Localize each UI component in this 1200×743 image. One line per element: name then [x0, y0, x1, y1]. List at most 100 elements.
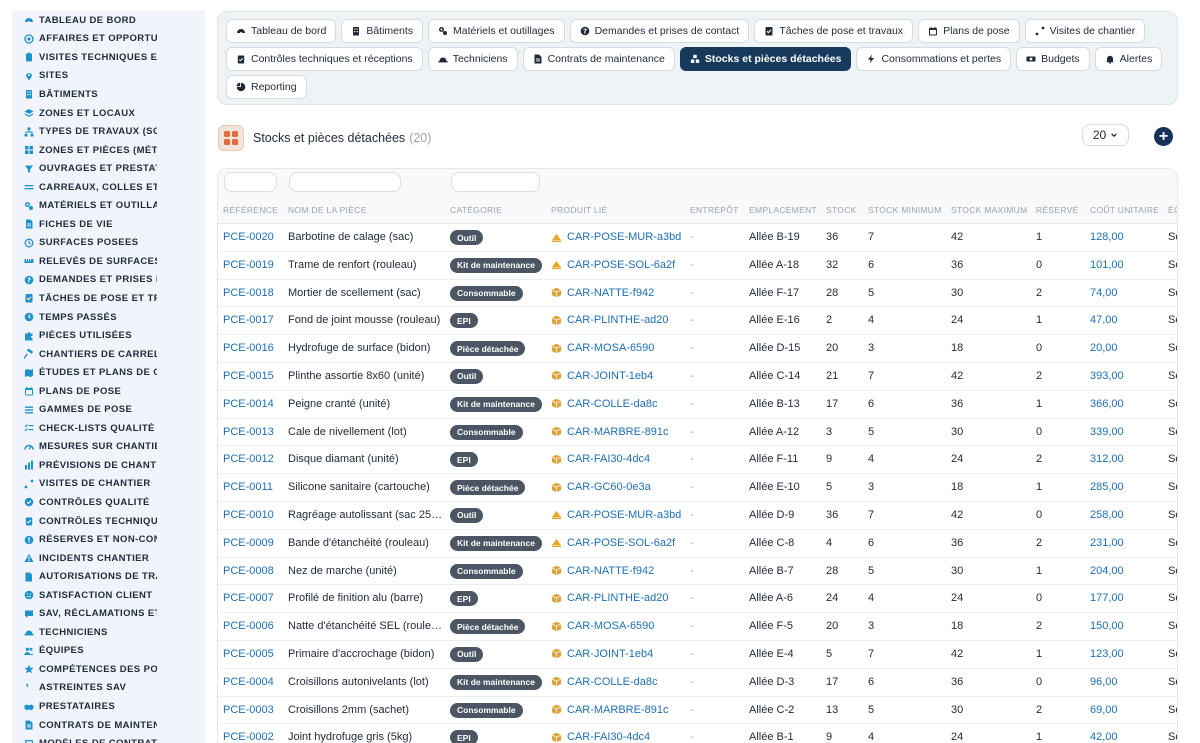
linked-product-link[interactable]: CAR-FAI30-4dc4	[551, 731, 650, 743]
sidebar-item[interactable]: OUVRAGES ET PRESTATI	[12, 159, 205, 178]
linked-product-link[interactable]: CAR-POSE-SOL-6a2f	[551, 259, 675, 271]
column-header[interactable]: ÉQ	[1168, 205, 1177, 215]
linked-product-link[interactable]: CAR-POSE-MUR-a3bd	[551, 231, 681, 243]
filter-name-input[interactable]	[289, 172, 401, 192]
sidebar-item[interactable]: ? DEMANDES ET PRISES DI	[12, 271, 205, 290]
reference-link[interactable]: PCE-0014	[223, 398, 274, 410]
linked-product-link[interactable]: CAR-MOSA-6590	[551, 620, 654, 632]
sidebar-item[interactable]: PLANS DE POSE	[12, 382, 205, 401]
reference-link[interactable]: PCE-0004	[223, 676, 274, 688]
linked-product-link[interactable]: CAR-NATTE-f942	[551, 287, 654, 299]
page-size-select[interactable]: 20	[1082, 124, 1129, 146]
sidebar-item[interactable]: AFFAIRES ET OPPORTUN	[12, 30, 205, 49]
sidebar-item[interactable]: CONTRÔLES TECHNIQUE	[12, 512, 205, 531]
tab[interactable]: Bâtiments	[341, 19, 423, 43]
column-header[interactable]: CATÉGORIE	[450, 205, 502, 215]
table-row[interactable]: PCE-0017 Fond de joint mousse (rouleau) EP…	[218, 307, 1177, 336]
table-row[interactable]: PCE-0014 Peigne cranté (unité) Kit de main…	[218, 390, 1177, 419]
tab[interactable]: Reporting	[226, 75, 307, 99]
sidebar-item[interactable]: CONTRATS DE MAINTENA	[12, 716, 205, 735]
reference-link[interactable]: PCE-0019	[223, 259, 274, 271]
sidebar-item[interactable]: VISITES DE CHANTIER	[12, 475, 205, 494]
filter-category-input[interactable]	[451, 172, 540, 192]
sidebar-item[interactable]: PRÉVISIONS DE CHANTIE	[12, 456, 205, 475]
linked-product-link[interactable]: CAR-MARBRE-891c	[551, 704, 668, 716]
sidebar-item[interactable]: SURFACES POSEES	[12, 234, 205, 253]
sidebar-item[interactable]: ZONES ET LOCAUX	[12, 104, 205, 123]
sidebar-item[interactable]: RELEVÉS DE SURFACES	[12, 252, 205, 271]
sidebar-item[interactable]: BÂTIMENTS	[12, 85, 205, 104]
sidebar-item[interactable]: AUTORISATIONS DE TRAV	[12, 567, 205, 586]
linked-product-link[interactable]: CAR-POSE-SOL-6a2f	[551, 537, 675, 549]
sidebar-item[interactable]: CARREAUX, COLLES ET J	[12, 178, 205, 197]
sidebar-item[interactable]: CONTRÔLES QUALITÉ	[12, 493, 205, 512]
sidebar-item[interactable]: ZONES ET PIÈCES (MÉTR	[12, 141, 205, 160]
column-header[interactable]: STOCK MINIMUM	[868, 205, 942, 215]
reference-link[interactable]: PCE-0005	[223, 648, 274, 660]
linked-product-link[interactable]: CAR-PLINTHE-ad20	[551, 314, 668, 326]
reference-link[interactable]: PCE-0002	[223, 731, 274, 743]
tab[interactable]: Plans de pose	[918, 19, 1020, 43]
reference-link[interactable]: PCE-0010	[223, 509, 274, 521]
tab[interactable]: Tableau de bord	[226, 19, 337, 43]
sidebar-item[interactable]: CHECK-LISTS QUALITÉ	[12, 419, 205, 438]
column-header[interactable]: ENTREPÔT	[690, 205, 739, 215]
tab[interactable]: Stocks et pièces détachées	[679, 47, 852, 71]
sidebar-item[interactable]: INCIDENTS CHANTIER	[12, 549, 205, 568]
reference-link[interactable]: PCE-0007	[223, 592, 274, 604]
table-row[interactable]: PCE-0015 Plinthe assortie 8x60 (unité) Out…	[218, 362, 1177, 391]
reference-link[interactable]: PCE-0008	[223, 565, 274, 577]
sidebar-item[interactable]: VISITES TECHNIQUES ET	[12, 48, 205, 67]
tab[interactable]: Tâches de pose et travaux	[754, 19, 914, 43]
table-row[interactable]: PCE-0004 Croisillons autonivelants (lot) K…	[218, 668, 1177, 697]
reference-link[interactable]: PCE-0003	[223, 704, 274, 716]
tab[interactable]: Budgets	[1016, 47, 1090, 71]
column-header[interactable]: EMPLACEMENT	[749, 205, 817, 215]
tab[interactable]: Alertes	[1094, 47, 1163, 71]
reference-link[interactable]: PCE-0017	[223, 314, 274, 326]
table-row[interactable]: PCE-0005 Primaire d'accrochage (bidon) Out…	[218, 640, 1177, 669]
table-row[interactable]: PCE-0009 Bande d'étanchéité (rouleau) Kit …	[218, 529, 1177, 558]
linked-product-link[interactable]: CAR-POSE-MUR-a3bd	[551, 509, 681, 521]
linked-product-link[interactable]: CAR-COLLE-da8c	[551, 676, 657, 688]
sidebar-item[interactable]: MODÈLES DE CONTRATS	[12, 734, 205, 743]
sidebar-item[interactable]: COMPÉTENCES DES POS	[12, 660, 205, 679]
column-header[interactable]: STOCK	[826, 205, 857, 215]
table-row[interactable]: PCE-0013 Cale de nivellement (lot) Consomm…	[218, 418, 1177, 447]
column-header[interactable]: PRODUIT LIÉ	[551, 205, 608, 215]
linked-product-link[interactable]: CAR-JOINT-1eb4	[551, 370, 653, 382]
reference-link[interactable]: PCE-0016	[223, 342, 274, 354]
column-header[interactable]: STOCK MAXIMUM	[951, 205, 1027, 215]
reference-link[interactable]: PCE-0018	[223, 287, 274, 299]
tab[interactable]: ? Demandes et prises de contact	[569, 19, 750, 43]
linked-product-link[interactable]: CAR-PLINTHE-ad20	[551, 592, 668, 604]
column-header[interactable]: COÛT UNITAIRE	[1090, 205, 1159, 215]
table-row[interactable]: PCE-0011 Silicone sanitaire (cartouche) Pi…	[218, 474, 1177, 502]
add-record-button[interactable]: +	[1154, 127, 1173, 146]
linked-product-link[interactable]: CAR-NATTE-f942	[551, 565, 654, 577]
tab[interactable]: Contrats de maintenance	[522, 47, 675, 71]
table-row[interactable]: PCE-0010 Ragréage autolissant (sac 25… Out…	[218, 501, 1177, 530]
linked-product-link[interactable]: CAR-GC60-0e3a	[551, 481, 651, 493]
sidebar-item[interactable]: TÂCHES DE POSE ET TRA	[12, 289, 205, 308]
table-row[interactable]: PCE-0007 Profilé de finition alu (barre) E…	[218, 585, 1177, 614]
sidebar-item[interactable]: ÉQUIPES	[12, 642, 205, 661]
table-row[interactable]: PCE-0018 Mortier de scellement (sac) Conso…	[218, 279, 1177, 308]
sidebar-item[interactable]: RÉSERVES ET NON-CONF	[12, 530, 205, 549]
tab[interactable]: Consommations et pertes	[856, 47, 1012, 71]
sidebar-item[interactable]: MATÉRIELS ET OUTILLAG	[12, 196, 205, 215]
reference-link[interactable]: PCE-0012	[223, 453, 274, 465]
sidebar-item[interactable]: ÉTUDES ET PLANS DE CA	[12, 363, 205, 382]
tab[interactable]: Contrôles techniques et réceptions	[226, 47, 423, 71]
column-header[interactable]: NOM DE LA PIÈCE	[288, 205, 367, 215]
sidebar-item[interactable]: TYPES DE TRAVAUX (SOL	[12, 122, 205, 141]
reference-link[interactable]: PCE-0006	[223, 620, 274, 632]
table-row[interactable]: PCE-0016 Hydrofuge de surface (bidon) Pièc…	[218, 335, 1177, 363]
sidebar-item[interactable]: CHANTIERS DE CARRELA	[12, 345, 205, 364]
table-row[interactable]: PCE-0008 Nez de marche (unité) Consommable…	[218, 557, 1177, 586]
sidebar-item[interactable]: PIÈCES UTILISÉES	[12, 326, 205, 345]
tab[interactable]: Matériels et outillages	[428, 19, 565, 43]
sidebar-item[interactable]: MESURES SUR CHANTIEF	[12, 438, 205, 457]
linked-product-link[interactable]: CAR-FAI30-4dc4	[551, 453, 650, 465]
reference-link[interactable]: PCE-0015	[223, 370, 274, 382]
